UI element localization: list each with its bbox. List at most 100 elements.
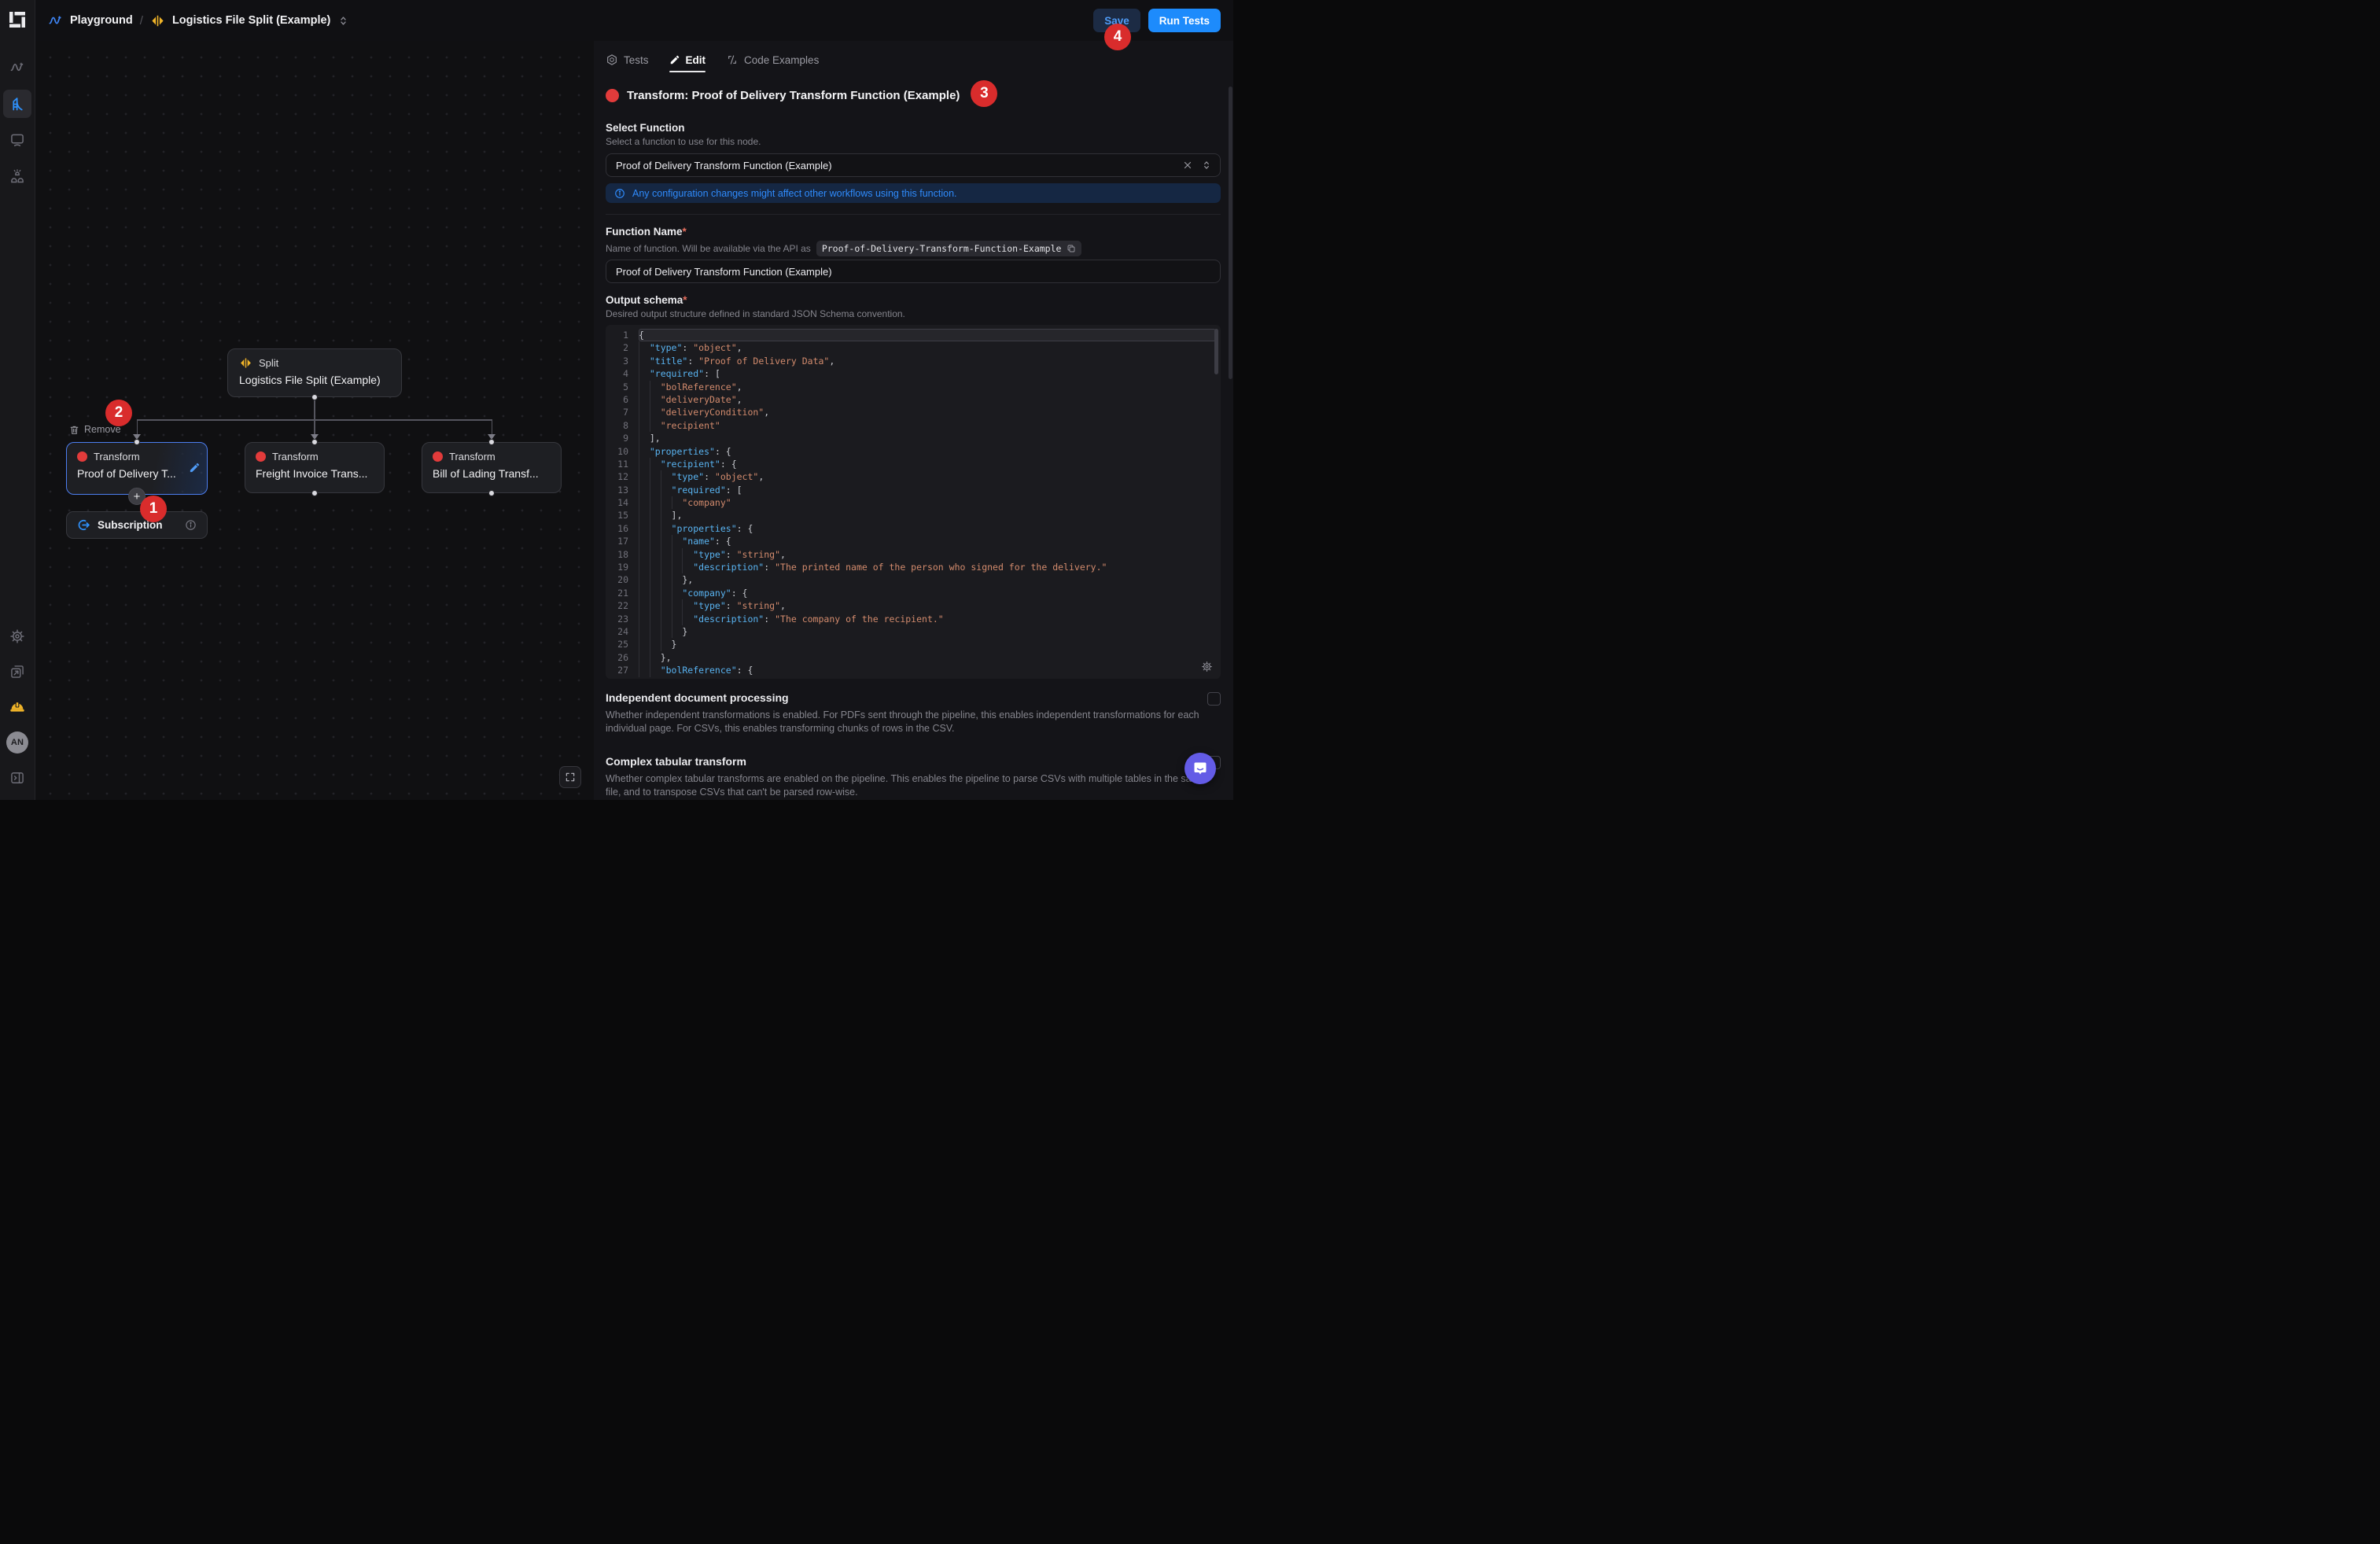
run-tests-button[interactable]: Run Tests [1148, 9, 1221, 32]
code-line[interactable]: 19"description": "The printed name of th… [606, 561, 1221, 573]
code-line[interactable]: 24} [606, 625, 1221, 638]
avatar-initials: AN [6, 731, 28, 754]
sidebar-item-settings[interactable] [3, 622, 31, 650]
pencil-icon [669, 54, 680, 65]
independent-processing-section: Independent document processing Whether … [606, 691, 1221, 735]
code-line[interactable]: 10"properties": { [606, 445, 1221, 458]
line-content: "required": [ [639, 367, 1221, 380]
function-name-helper: Name of function. Will be available via … [606, 243, 811, 254]
node-split[interactable]: Split Logistics File Split (Example) [227, 348, 402, 397]
code-line[interactable]: 18"type": "string", [606, 548, 1221, 561]
fullscreen-button[interactable] [559, 766, 581, 788]
code-line[interactable]: 1{ [606, 329, 1221, 341]
node-title: Freight Invoice Trans... [256, 467, 374, 480]
code-line[interactable]: 16"properties": { [606, 522, 1221, 535]
code-line[interactable]: 11"recipient": { [606, 458, 1221, 470]
code-line[interactable]: 22"type": "string", [606, 599, 1221, 612]
line-content: } [639, 638, 1221, 650]
code-line[interactable]: 21"company": { [606, 587, 1221, 599]
code-line[interactable]: 2"type": "object", [606, 341, 1221, 354]
section-divider [606, 214, 1221, 215]
checkbox-description: Whether complex tabular transforms are e… [606, 772, 1215, 798]
node-transform-bill-of-lading[interactable]: Transform Bill of Lading Transf... [422, 442, 562, 493]
transform-red-dot-icon [77, 451, 87, 462]
node-transform-proof-of-delivery[interactable]: Transform Proof of Delivery T... [66, 442, 208, 495]
tab-label: Edit [686, 54, 706, 66]
breadcrumb: Playground / Logistics File Split (Examp… [48, 13, 349, 28]
code-line[interactable]: 7"deliveryCondition", [606, 406, 1221, 418]
independent-processing-checkbox[interactable] [1207, 692, 1221, 706]
tab-code-examples[interactable]: Code Examples [726, 49, 819, 71]
split-icon [150, 13, 165, 28]
code-line[interactable]: 13"required": [ [606, 484, 1221, 496]
line-content: { [639, 329, 1216, 341]
line-number: 1 [606, 329, 639, 341]
code-line[interactable]: 27"bolReference": { [606, 664, 1221, 676]
sort-chevrons-icon[interactable] [337, 15, 349, 27]
code-line[interactable]: 23"description": "The company of the rec… [606, 613, 1221, 625]
line-number: 13 [606, 484, 639, 496]
node-title: Subscription [98, 519, 178, 531]
logo-icon [7, 9, 28, 30]
breadcrumb-app[interactable]: Playground [70, 14, 133, 27]
line-content: "properties": { [639, 445, 1221, 458]
info-icon[interactable] [185, 519, 197, 531]
breadcrumb-workflow[interactable]: Logistics File Split (Example) [172, 14, 330, 27]
code-line[interactable]: 26}, [606, 651, 1221, 664]
main-column: Playground / Logistics File Split (Examp… [35, 0, 1233, 800]
panel-title: Transform: Proof of Delivery Transform F… [627, 89, 960, 102]
select-function-helper: Select a function to use for this node. [606, 136, 1221, 147]
editor-scrollbar-thumb[interactable] [1214, 329, 1218, 374]
node-subscription[interactable]: Subscription [66, 511, 208, 539]
line-number: 24 [606, 625, 639, 638]
code-line[interactable]: 5"bolReference", [606, 381, 1221, 393]
playground-icon [9, 96, 26, 112]
port-split-out[interactable] [311, 394, 318, 400]
port-in[interactable] [134, 439, 140, 445]
code-line[interactable]: 4"required": [ [606, 367, 1221, 380]
node-transform-freight-invoice[interactable]: Transform Freight Invoice Trans... [245, 442, 385, 493]
code-line[interactable]: 25} [606, 638, 1221, 650]
sidebar-item-collapse[interactable] [3, 764, 31, 792]
chevron-updown-icon[interactable] [1201, 160, 1212, 171]
sidebar-item-hardhat[interactable] [3, 693, 31, 721]
chat-launcher-button[interactable] [1184, 753, 1216, 784]
sidebar-item-playground[interactable] [3, 90, 31, 118]
code-line[interactable]: 20}, [606, 573, 1221, 586]
sidebar-item-share[interactable] [3, 658, 31, 686]
label-text: Function Name [606, 226, 683, 238]
sidebar-item-workflows[interactable] [3, 53, 31, 82]
panel-scrollbar-thumb[interactable] [1229, 87, 1232, 379]
app-logo[interactable] [0, 0, 35, 39]
sidebar-item-monitor[interactable] [3, 126, 31, 154]
port-in[interactable] [311, 439, 318, 445]
edit-panel: Tests Edit Code Examples [594, 41, 1233, 800]
tab-tests[interactable]: Tests [606, 49, 649, 71]
schema-code-editor[interactable]: 1{2"type": "object",3"title": "Proof of … [606, 325, 1221, 679]
sidebar-item-agents[interactable] [3, 162, 31, 190]
code-line[interactable]: 6"deliveryDate", [606, 393, 1221, 406]
code-line[interactable]: 3"title": "Proof of Delivery Data", [606, 355, 1221, 367]
edit-node-button[interactable] [189, 462, 201, 474]
function-select[interactable]: Proof of Delivery Transform Function (Ex… [606, 153, 1221, 177]
code-line[interactable]: 14"company" [606, 496, 1221, 509]
port-out[interactable] [311, 490, 318, 496]
remove-button[interactable]: Remove [69, 424, 121, 435]
node-type-label: Transform [449, 451, 496, 462]
code-line[interactable]: 12"type": "object", [606, 470, 1221, 483]
editor-settings-button[interactable] [1201, 661, 1213, 673]
port-out[interactable] [488, 490, 495, 496]
code-line[interactable]: 9], [606, 432, 1221, 444]
code-line[interactable]: 15], [606, 509, 1221, 521]
tab-edit[interactable]: Edit [669, 49, 706, 71]
code-line[interactable]: 17"name": { [606, 535, 1221, 547]
function-name-input[interactable]: Proof of Delivery Transform Function (Ex… [606, 260, 1221, 283]
code-line[interactable]: 8"recipient" [606, 419, 1221, 432]
fullscreen-icon [565, 772, 576, 783]
copy-icon[interactable] [1067, 244, 1076, 253]
subscription-icon [77, 518, 90, 532]
clear-x-icon[interactable] [1182, 160, 1193, 171]
port-in[interactable] [488, 439, 495, 445]
line-number: 10 [606, 445, 639, 458]
user-avatar[interactable]: AN [3, 728, 31, 757]
